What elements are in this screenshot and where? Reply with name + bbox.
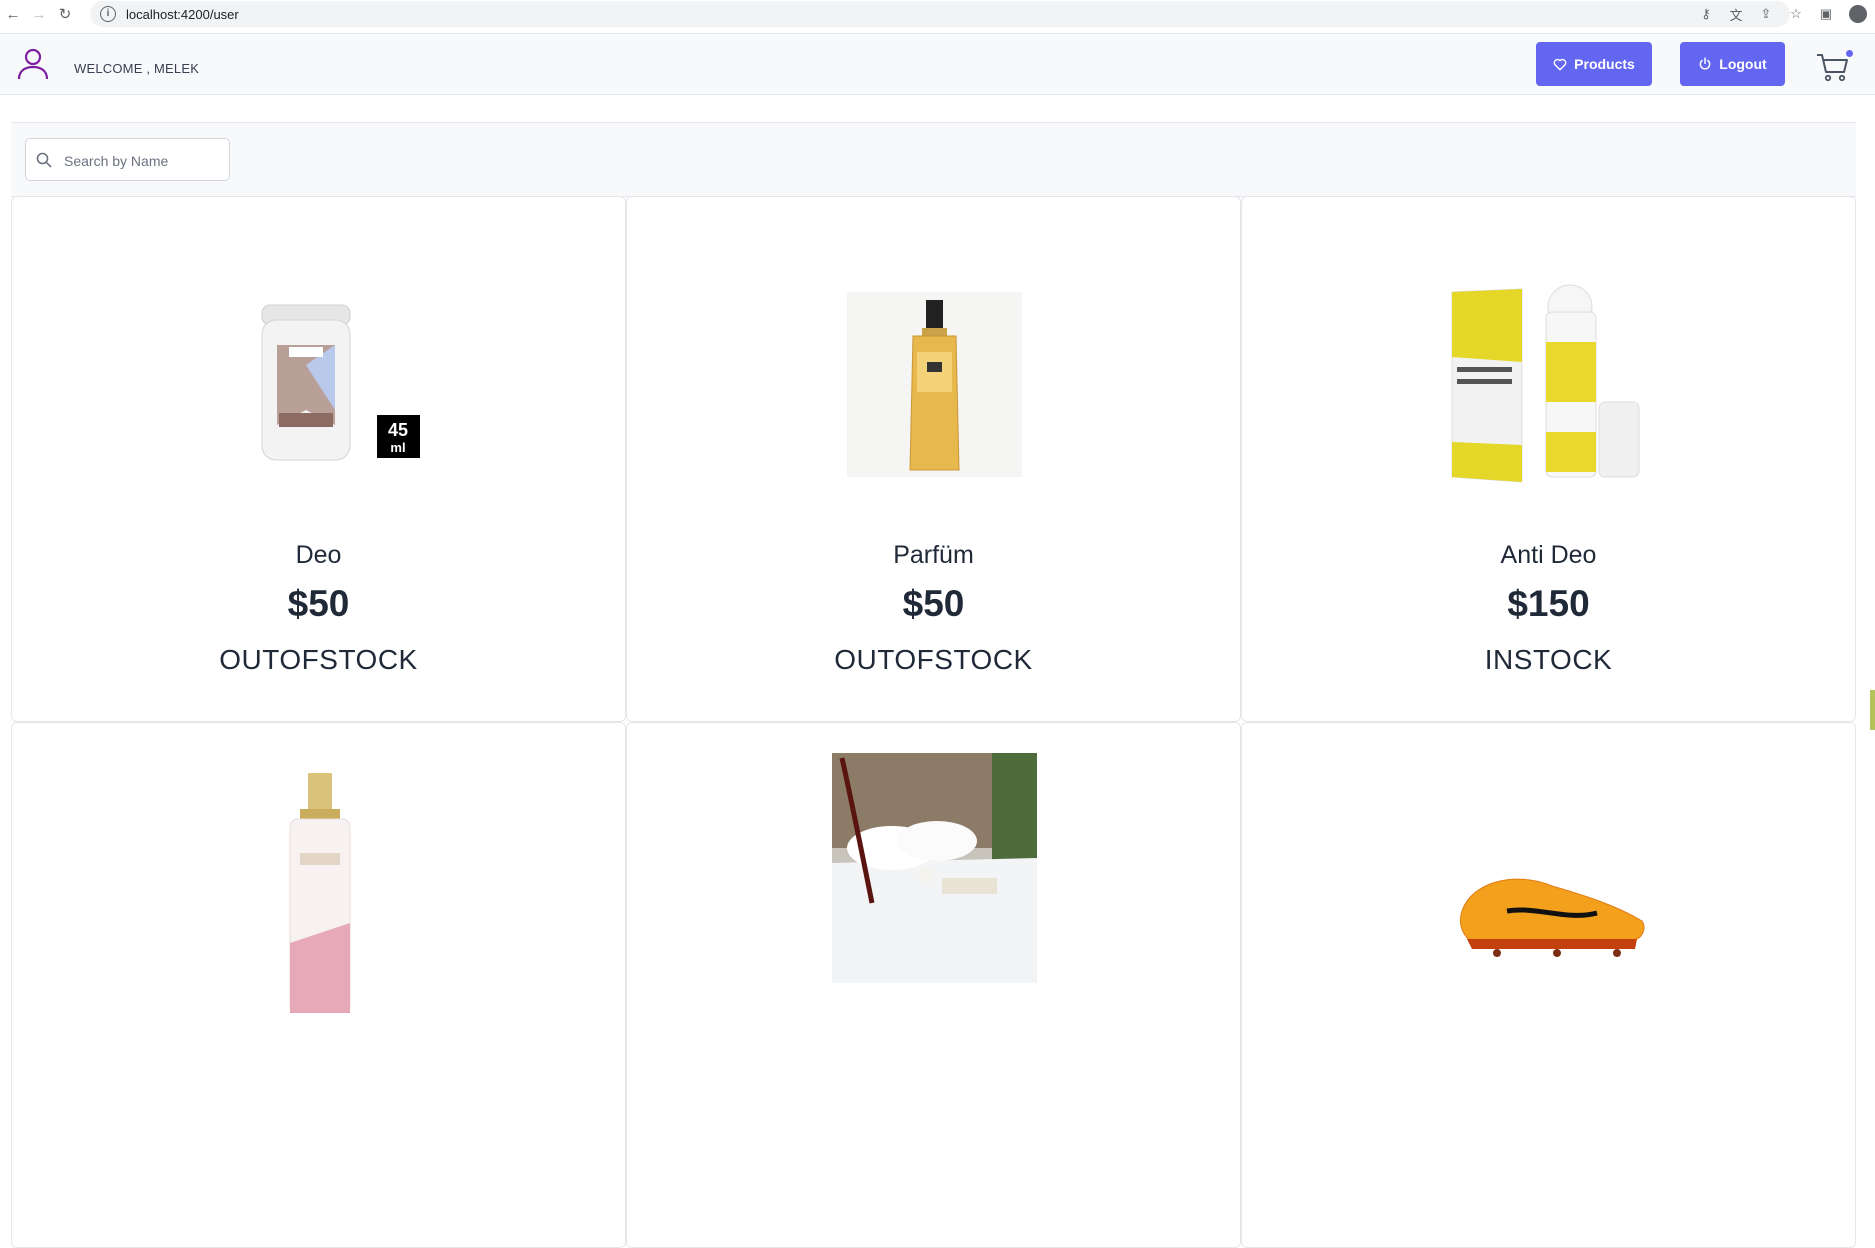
reload-icon[interactable]: ↻ <box>52 5 78 23</box>
product-card[interactable]: Parfüm $50 OUTOFSTOCK <box>626 196 1241 722</box>
perfume-bottle-image <box>847 292 1022 477</box>
welcome-text: WELCOME , MELEK <box>74 61 200 76</box>
logout-button-label: Logout <box>1719 56 1767 72</box>
search-input[interactable] <box>62 149 226 173</box>
product-image <box>217 772 422 1013</box>
profile-avatar-icon[interactable] <box>1849 5 1867 23</box>
svg-text:45: 45 <box>388 420 408 440</box>
share-icon[interactable]: ⇪ <box>1751 6 1781 22</box>
bookmark-star-icon[interactable]: ☆ <box>1781 6 1811 22</box>
app-header: WELCOME , MELEK Products Logout <box>0 33 1875 95</box>
product-card[interactable] <box>626 722 1241 1248</box>
product-card[interactable] <box>1241 722 1856 1248</box>
svg-text:ml: ml <box>390 440 405 455</box>
football-boot-image <box>1460 878 1645 957</box>
products-button[interactable]: Products <box>1536 42 1652 86</box>
back-icon[interactable]: ← <box>0 6 26 23</box>
address-url[interactable]: localhost:4200/user <box>126 7 239 22</box>
address-bar[interactable]: i localhost:4200/user <box>90 1 1790 27</box>
heart-icon <box>1553 58 1567 70</box>
product-status: INSTOCK <box>1484 644 1613 675</box>
site-info-icon[interactable]: i <box>100 6 116 22</box>
translate-icon[interactable]: 文 <box>1721 5 1751 24</box>
product-name: Deo <box>295 541 342 569</box>
user-icon[interactable] <box>16 46 50 82</box>
key-icon[interactable]: ⚷ <box>1691 6 1721 22</box>
product-price: $150 <box>1507 583 1590 624</box>
hair-mist-bottle-image <box>289 772 350 1013</box>
search-field[interactable] <box>25 138 230 181</box>
product-card[interactable]: Anti Deo $150 INSTOCK <box>1241 196 1856 722</box>
product-price: $50 <box>287 583 350 624</box>
product-grid: 45 ml Deo $50 OUTOFSTOCK Parfüm $50 OUTO… <box>11 196 1857 1248</box>
product-price: $50 <box>902 583 965 624</box>
roll-on-deodorant-image <box>1451 284 1640 483</box>
scrollbar-marker <box>1870 690 1875 730</box>
side-panel-icon[interactable]: ▣ <box>1811 6 1841 22</box>
product-image: 45 ml <box>217 267 422 502</box>
browser-toolbar: ← → ↻ i localhost:4200/user ⚷ 文 ⇪ ☆ ▣ <box>0 0 1875 28</box>
product-status: OUTOFSTOCK <box>834 644 1033 675</box>
product-status: OUTOFSTOCK <box>219 644 418 675</box>
product-image <box>832 267 1037 502</box>
product-image <box>832 750 1037 985</box>
product-card[interactable]: 45 ml Deo $50 OUTOFSTOCK <box>11 196 626 722</box>
product-name: Parfüm <box>893 541 974 569</box>
search-icon <box>36 152 52 168</box>
mattress-protector-image <box>832 752 1037 983</box>
product-card[interactable] <box>11 722 626 1248</box>
products-button-label: Products <box>1574 56 1635 72</box>
product-name: Anti Deo <box>1500 541 1597 569</box>
logout-button[interactable]: Logout <box>1680 42 1785 86</box>
product-image <box>1447 793 1652 1028</box>
search-toolbar <box>11 122 1856 197</box>
product-image <box>1447 267 1652 502</box>
deodorant-stick-image: 45 ml <box>261 304 420 460</box>
cart-badge <box>1846 50 1853 57</box>
power-icon <box>1699 57 1711 70</box>
forward-icon[interactable]: → <box>26 6 52 23</box>
cart-icon[interactable] <box>1816 52 1850 82</box>
